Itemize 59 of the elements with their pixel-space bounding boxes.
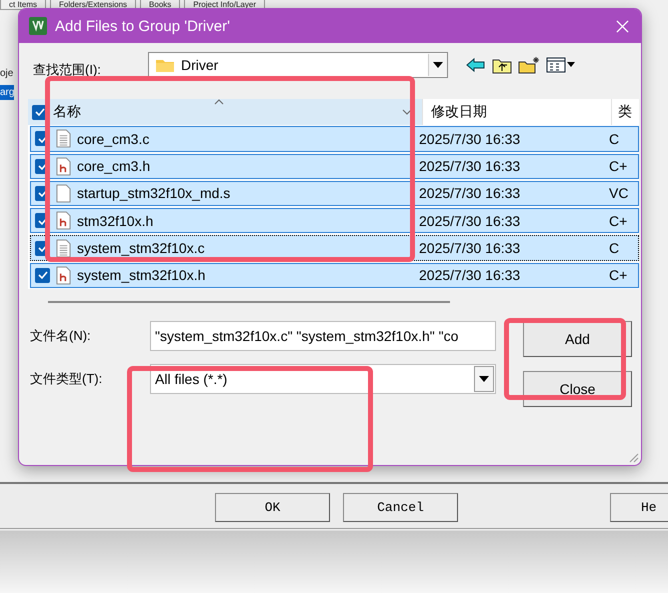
modified-date: 2025/7/30 16:33 (419, 240, 522, 256)
column-header[interactable]: 名称 (28, 99, 423, 126)
dropdown-arrow-icon (433, 62, 443, 68)
app-icon (29, 17, 47, 35)
file-name: core_cm3.h (77, 158, 152, 174)
modified-date: 2025/7/30 16:33 (419, 212, 522, 229)
file-row[interactable]: core_cm3.h 2025/7/30 16:33 C+ (30, 154, 639, 179)
tab[interactable]: ct Items (0, 0, 46, 10)
file-type: C (609, 130, 620, 147)
file-name: stm32f10x.h (77, 212, 154, 229)
modified-date: 2025/7/30 16:33 (419, 158, 522, 174)
text-file-icon (56, 238, 71, 258)
file-row[interactable]: core_cm3.c 2025/7/30 16:33 C (30, 126, 639, 152)
file-type: C+ (609, 212, 628, 229)
dialog-button[interactable]: OK (215, 493, 330, 522)
file-row[interactable]: system_stm32f10x.h 2025/7/30 16:33 C+ (30, 262, 639, 288)
close-icon[interactable] (616, 20, 629, 32)
header-file-icon (56, 266, 71, 285)
file-type: C+ (609, 267, 628, 284)
new-folder-icon[interactable] (518, 56, 540, 74)
dialog-button[interactable]: Add (523, 321, 632, 357)
text-file-icon (56, 129, 71, 148)
dialog-button[interactable]: He (610, 493, 668, 522)
back-arrow-icon[interactable] (466, 57, 486, 73)
file-name: startup_stm32f10x_md.s (77, 185, 232, 202)
folder-icon (155, 57, 175, 73)
list-item[interactable]: oje (0, 66, 14, 81)
file-row[interactable]: stm32f10x.h 2025/7/30 16:33 C+ (30, 208, 639, 234)
file-name: system_stm32f10x.h (77, 267, 206, 284)
file-icon (56, 184, 71, 203)
list-item[interactable]: arg (0, 85, 14, 100)
file-type: VC (609, 185, 628, 202)
column-header[interactable]: 类 (612, 99, 639, 126)
sort-caret-icon (214, 99, 224, 105)
window-title: Add Files to Group 'Driver' (55, 18, 231, 34)
column-header[interactable]: 修改日期 (423, 99, 612, 126)
check-icon (34, 107, 44, 118)
file-row[interactable]: startup_stm32f10x_md.s 2025/7/30 16:33 VC (30, 180, 639, 206)
look-in-dropdown[interactable]: Driver (148, 52, 448, 78)
file-name-field[interactable]: "system_stm32f10x.c" "system_stm32f10x.h" "co (150, 321, 496, 351)
chevron-icon (402, 109, 412, 116)
file-name: core_cm3.c (77, 130, 150, 147)
dialog-button[interactable]: Cancel (343, 493, 458, 522)
file-type: C (609, 240, 620, 256)
file-name: system_stm32f10x.c (77, 240, 206, 256)
view-menu-icon[interactable] (546, 57, 576, 73)
dropdown-arrow-icon (479, 376, 489, 382)
header-file-icon (56, 156, 71, 176)
modified-date: 2025/7/30 16:33 (419, 267, 522, 284)
header-file-icon (56, 211, 71, 230)
look-in-label: 查找范围(I): (32, 61, 102, 79)
modified-date: 2025/7/30 16:33 (419, 185, 522, 202)
file-name-label: 文件名(N): (29, 327, 92, 345)
modified-date: 2025/7/30 16:33 (419, 130, 522, 147)
file-type-label: 文件类型(T): (29, 370, 104, 388)
file-type: C+ (609, 158, 628, 174)
resize-grip-icon[interactable] (627, 451, 639, 463)
checkbox[interactable] (35, 268, 50, 283)
check-icon (38, 270, 48, 280)
